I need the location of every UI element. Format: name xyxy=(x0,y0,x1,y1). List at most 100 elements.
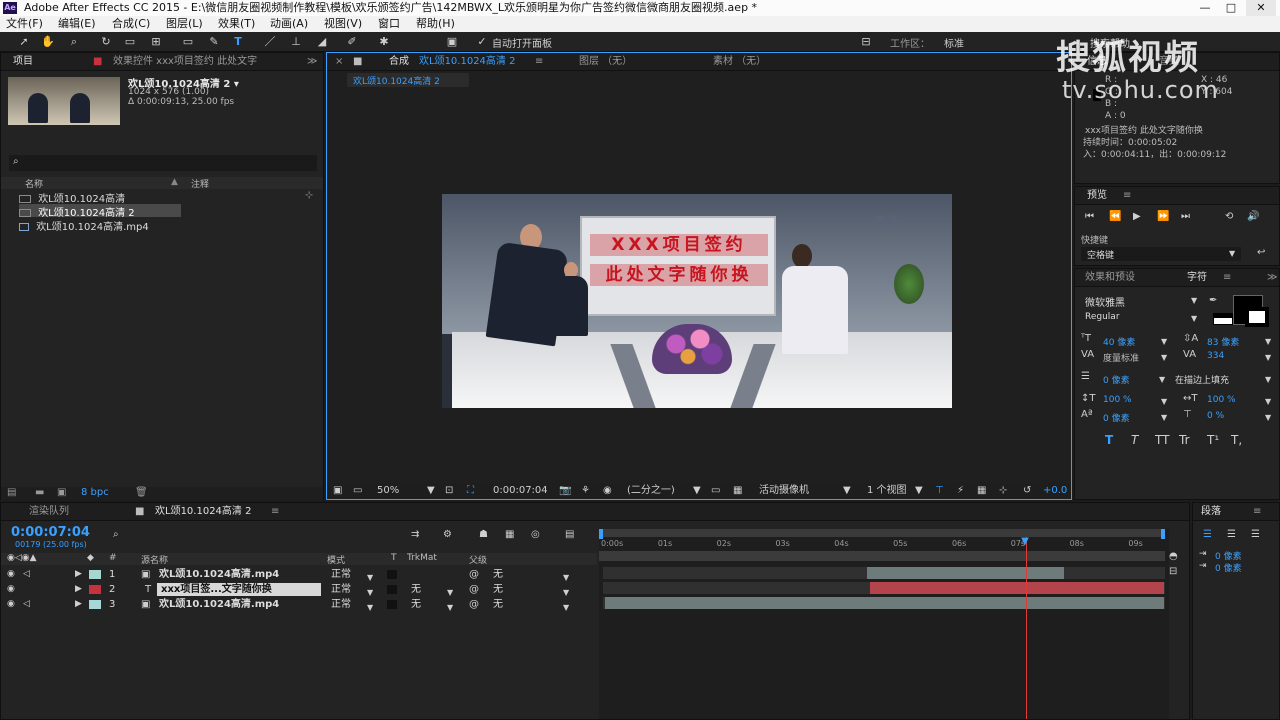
faux-italic-button[interactable]: T xyxy=(1131,433,1138,447)
tracking-value[interactable]: 334 xyxy=(1207,351,1224,361)
paragraph-menu-icon[interactable]: ≡ xyxy=(1253,503,1261,521)
audio-icon[interactable]: ◁ xyxy=(23,597,30,612)
vertical-scale-value[interactable]: 100 % xyxy=(1103,395,1132,405)
frame-blending-icon[interactable]: ▦ xyxy=(505,529,514,540)
superscript-button[interactable]: T¹ xyxy=(1207,433,1219,447)
leading-value[interactable]: 83 像素 xyxy=(1207,335,1239,348)
tab-footage[interactable]: 素材 （无） xyxy=(713,53,766,71)
label-color-swatch[interactable] xyxy=(89,570,101,579)
align-center-icon[interactable]: ☰ xyxy=(1227,529,1236,540)
menu-window[interactable]: 窗口 xyxy=(378,16,400,32)
selection-tool-icon[interactable]: ➚ xyxy=(16,34,32,50)
camera-snapshot-icon[interactable]: 📷 xyxy=(559,483,571,499)
chevron-down-icon[interactable]: ▼ xyxy=(447,600,453,615)
list-item[interactable]: 欢L颂10.1024高清 xyxy=(19,190,179,205)
keyframe-nav-icon[interactable]: ◓ xyxy=(1169,551,1187,562)
reset-exposure-icon[interactable]: ↺ xyxy=(1023,483,1031,499)
chevron-down-icon[interactable]: ▼ xyxy=(1265,337,1271,346)
preview-menu-icon[interactable]: ≡ xyxy=(1123,187,1131,205)
menu-help[interactable]: 帮助(H) xyxy=(416,16,455,32)
layer-trkmat[interactable]: 无 xyxy=(411,597,421,612)
eraser-tool-icon[interactable]: ◢ xyxy=(314,34,330,50)
menu-view[interactable]: 视图(V) xyxy=(324,16,362,32)
tab-composition[interactable]: 合成 xyxy=(389,53,409,71)
expand-triangle-icon[interactable]: ▶ xyxy=(75,582,82,597)
expand-triangle-icon[interactable]: ▶ xyxy=(75,597,82,612)
fit-icon[interactable]: ⊡ xyxy=(445,483,453,499)
expand-triangle-icon[interactable]: ▶ xyxy=(75,567,82,582)
play-icon[interactable]: ▶ xyxy=(1133,209,1141,225)
exposure-value[interactable]: +0.0 xyxy=(1043,483,1067,499)
track-matte-toggle[interactable] xyxy=(387,600,397,609)
timeline-icon[interactable]: ▦ xyxy=(977,483,986,499)
new-folder-icon[interactable]: ▬ xyxy=(35,487,44,498)
column-trkmat[interactable]: TrkMat xyxy=(407,553,437,563)
puppet-tool-icon[interactable]: ✱ xyxy=(376,34,392,50)
audio-icon[interactable]: ◁ xyxy=(23,567,30,582)
layer-name[interactable]: 欢L颂10.1024高清.mp4 xyxy=(159,567,279,582)
list-item[interactable]: 欢L颂10.1024高清.mp4 xyxy=(19,218,179,233)
column-parent[interactable]: 父级 xyxy=(469,553,487,566)
panel-toggle-icon[interactable]: ▣ xyxy=(444,34,460,50)
rectangle-tool-icon[interactable]: ▭ xyxy=(180,34,196,50)
last-frame-icon[interactable]: ⏭ xyxy=(1181,209,1190,225)
menu-file[interactable]: 文件(F) xyxy=(6,16,43,32)
shy-layers-icon[interactable]: ☗ xyxy=(479,529,488,540)
playhead[interactable] xyxy=(1026,537,1028,719)
menu-composition[interactable]: 合成(C) xyxy=(112,16,150,32)
workspace-select[interactable]: 标准 xyxy=(944,35,964,50)
layer-parent[interactable]: 无 xyxy=(493,582,503,597)
chevron-down-icon[interactable]: ▼ xyxy=(1161,353,1167,362)
zoom-select[interactable]: 50% xyxy=(377,483,399,499)
chevron-down-icon[interactable]: ▼ xyxy=(1161,397,1167,406)
black-swatch[interactable] xyxy=(1213,313,1233,318)
toggle-pixel-icon[interactable]: ⊤ xyxy=(935,483,944,499)
pen-tool-icon[interactable]: ✎ xyxy=(206,34,222,50)
layer-duration-bar[interactable] xyxy=(869,582,1164,594)
chevron-down-icon[interactable]: ▼ xyxy=(1265,413,1271,422)
project-search-input[interactable]: ⌕ xyxy=(9,155,317,171)
stroke-width-value[interactable]: 0 像素 xyxy=(1103,373,1130,386)
column-t[interactable]: T xyxy=(391,553,397,563)
close-tab-icon[interactable]: × xyxy=(335,53,343,71)
color-channel-icon[interactable]: ◉ xyxy=(603,483,612,499)
timeline-search-icon[interactable]: ⌕ xyxy=(113,529,119,540)
time-graph[interactable]: 0:00s 01s 02s 03s 04s 05s 06s 07s 08s 09s ▼ xyxy=(599,529,1169,719)
clone-stamp-tool-icon[interactable]: ⊥ xyxy=(288,34,304,50)
roto-brush-tool-icon[interactable]: ✐ xyxy=(344,34,360,50)
character-menu-icon[interactable]: ≡ xyxy=(1223,269,1231,287)
pickwhip-icon[interactable]: @ xyxy=(469,567,479,582)
transparency-grid-icon[interactable]: ▦ xyxy=(733,483,742,499)
close-button[interactable]: ✕ xyxy=(1246,0,1276,16)
table-row[interactable]: ◉ ◁ ▶ 1 ▣ 欢L颂10.1024高清.mp4 正常 ▼ @ 无 ▼ xyxy=(1,567,597,582)
indent-first-value[interactable]: 0 像素 xyxy=(1215,561,1242,574)
brush-tool-icon[interactable]: ／ xyxy=(262,34,278,50)
camera-select[interactable]: 活动摄像机 xyxy=(759,483,809,499)
layer-mode[interactable]: 正常 xyxy=(331,582,351,597)
list-item-selected[interactable]: 欢L颂10.1024高清 2 xyxy=(19,204,181,219)
workspace-switch-icon[interactable]: ⊟ xyxy=(858,34,874,50)
pickwhip-icon[interactable]: @ xyxy=(469,597,479,612)
resolution-select[interactable]: (二分之一) xyxy=(627,483,675,499)
align-right-icon[interactable]: ☰ xyxy=(1251,529,1260,540)
tab-layer[interactable]: 图层 （无） xyxy=(579,53,632,71)
menu-edit[interactable]: 编辑(E) xyxy=(58,16,96,32)
layer-name-selected[interactable]: xxx项目签...文字随你换 xyxy=(157,583,321,596)
display-icon[interactable]: ▭ xyxy=(353,483,362,499)
font-style-select[interactable]: Regular ▼ xyxy=(1081,311,1199,325)
maximize-button[interactable]: □ xyxy=(1218,0,1244,16)
loop-icon[interactable]: ⟲ xyxy=(1225,209,1233,225)
work-area-bar[interactable] xyxy=(599,529,1165,537)
tab-timeline-comp[interactable]: 欢L颂10.1024高清 2 xyxy=(155,503,251,521)
label-color-swatch[interactable] xyxy=(89,585,101,594)
fast-preview-icon[interactable]: ⚡ xyxy=(957,483,964,499)
small-caps-button[interactable]: Tr xyxy=(1179,433,1190,447)
tab-project[interactable]: 项目 xyxy=(13,53,33,71)
pickwhip-icon[interactable]: @ xyxy=(469,582,479,597)
menu-animation[interactable]: 动画(A) xyxy=(270,16,308,32)
auto-open-checkbox[interactable]: ✓ xyxy=(474,34,490,50)
baseline-value[interactable]: 0 像素 xyxy=(1103,411,1130,424)
camera-dropdown-icon[interactable]: ▼ xyxy=(843,483,851,499)
views-dropdown-icon[interactable]: ▼ xyxy=(915,483,923,499)
visibility-eye-icon[interactable]: ◉ xyxy=(7,567,15,582)
